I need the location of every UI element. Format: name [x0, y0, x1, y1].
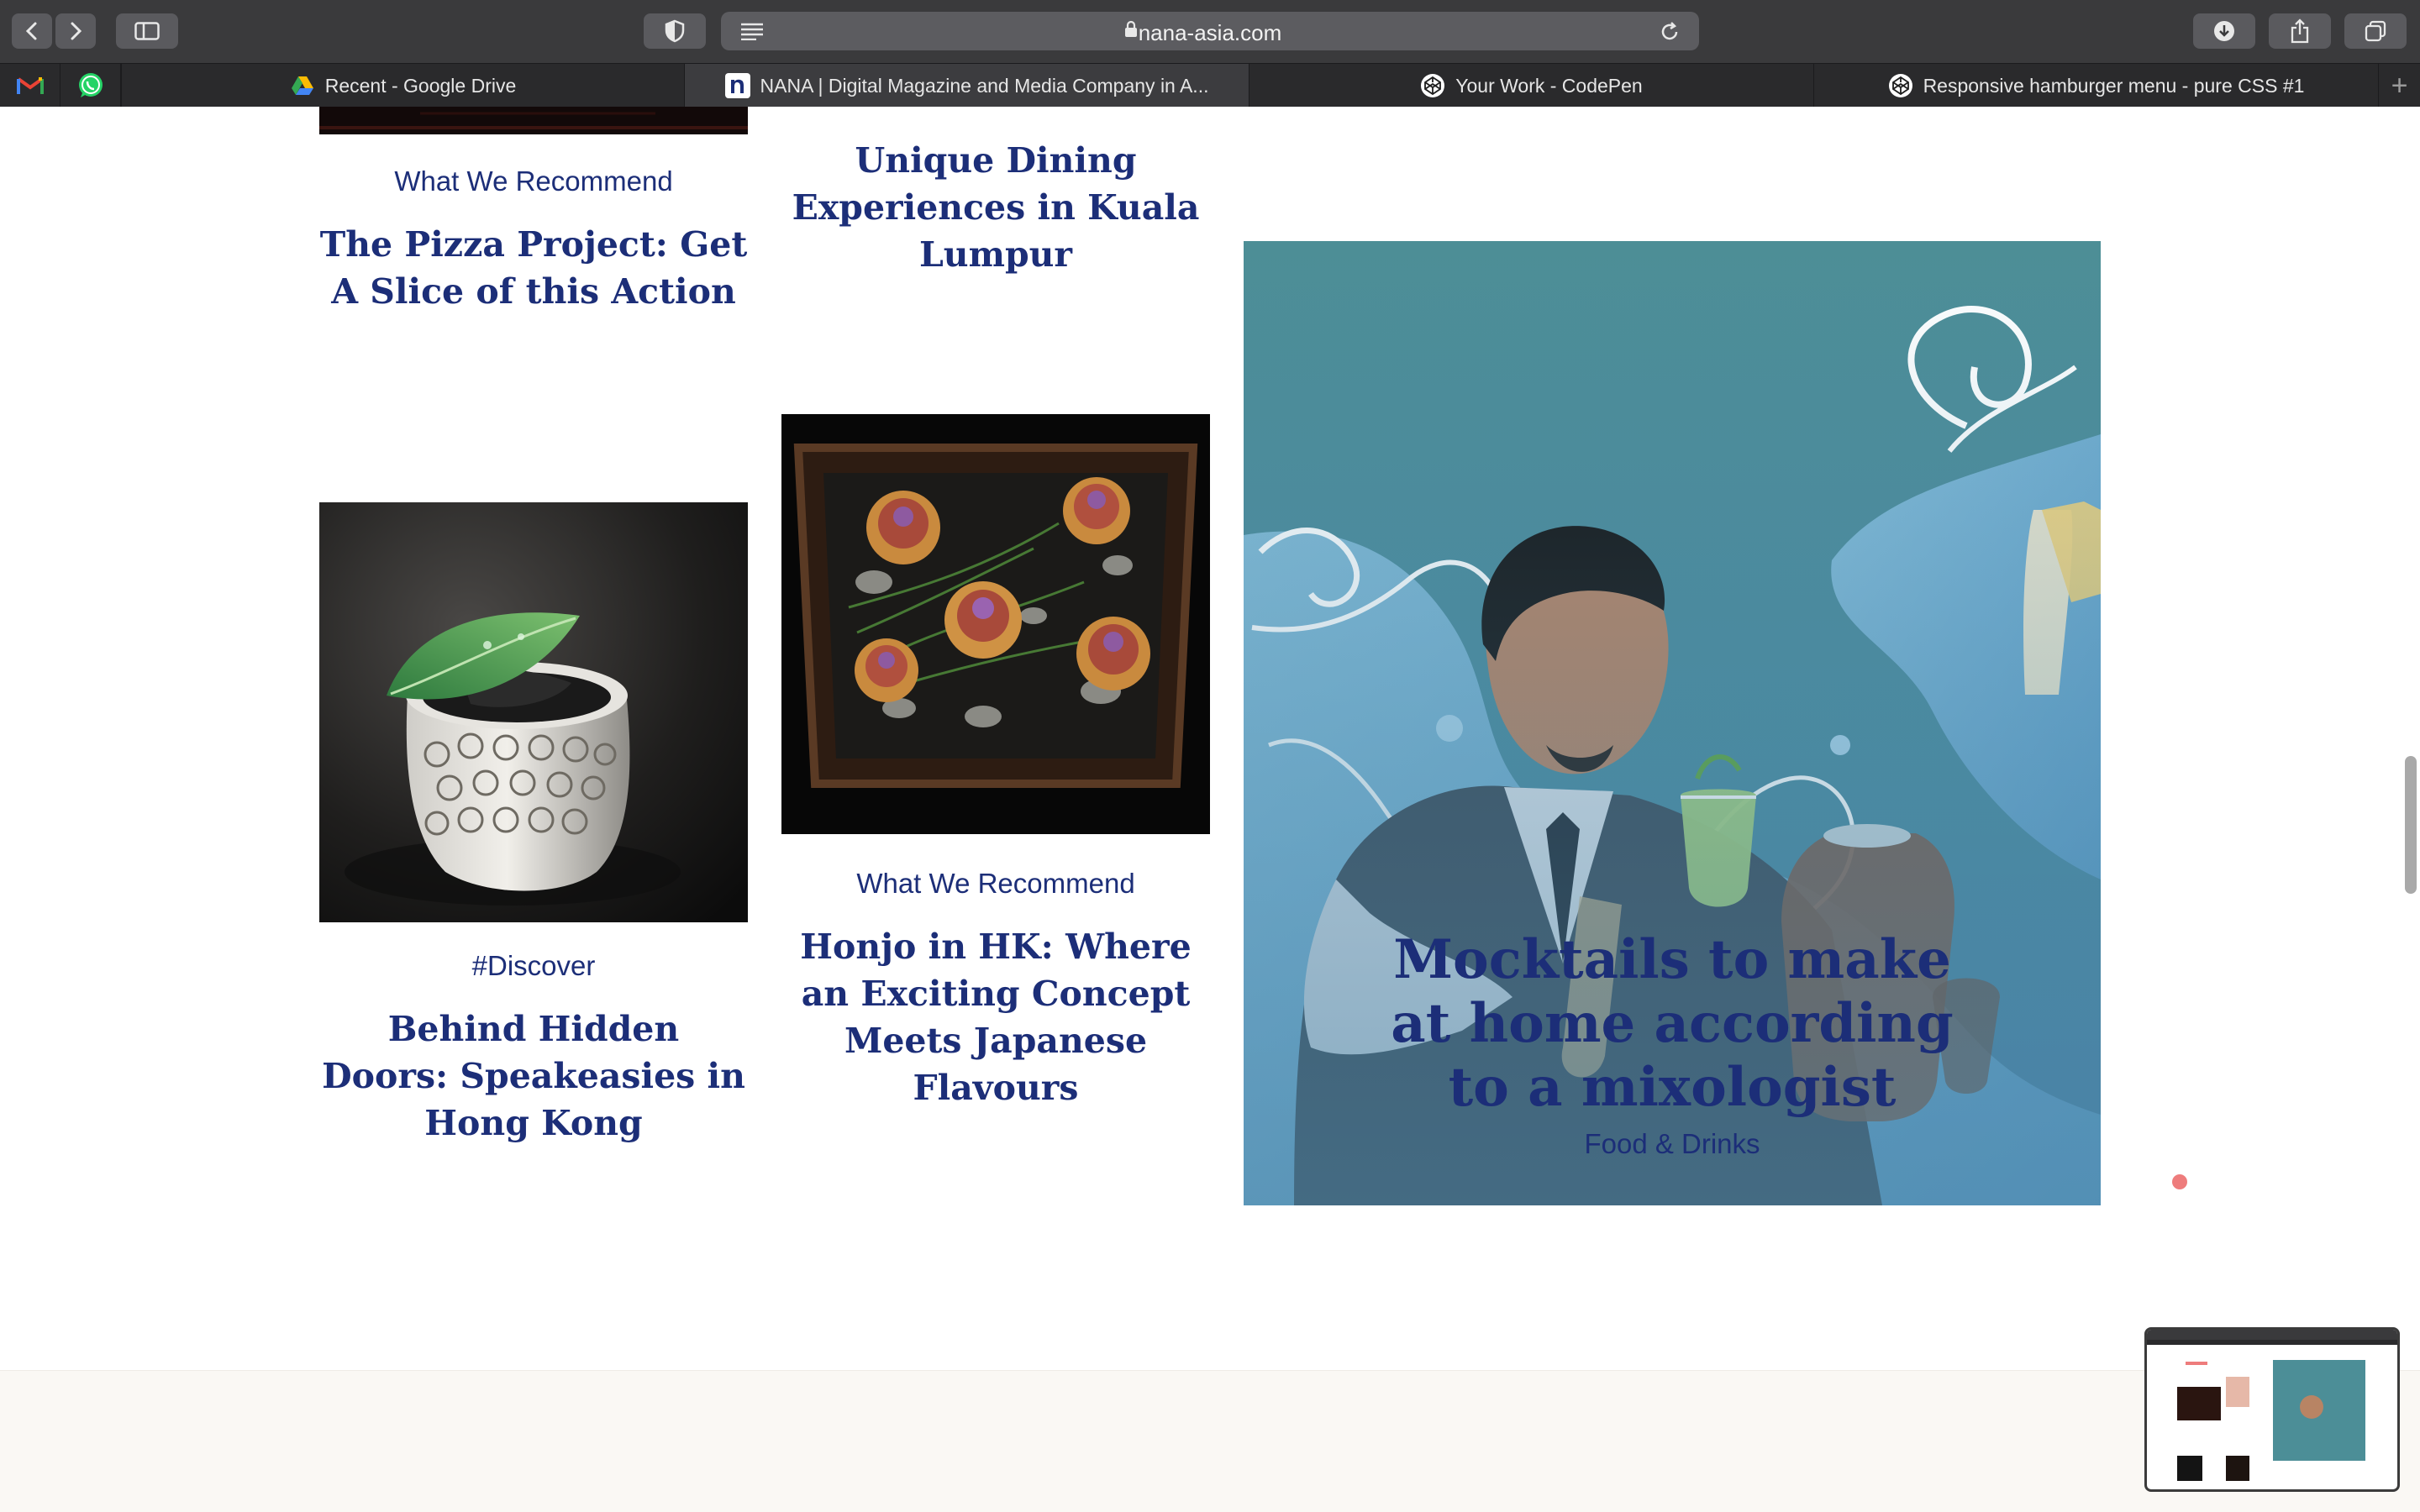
- tab-codepen-work[interactable]: Your Work - CodePen: [1249, 64, 1813, 108]
- nana-logo-icon: [724, 73, 750, 98]
- article-title-hidden-doors[interactable]: Behind Hidden Doors: Speakeasies in Hong…: [319, 1005, 748, 1147]
- privacy-report-button[interactable]: [644, 13, 706, 49]
- tab-overview-button[interactable]: [2344, 13, 2407, 49]
- address-bar[interactable]: nana-asia.com: [721, 12, 1699, 50]
- article-title-honjo[interactable]: Honjo in HK: Where an Exciting Concept M…: [781, 923, 1210, 1111]
- codepen-icon: [1420, 73, 1445, 98]
- accent-dot: [2172, 1174, 2187, 1189]
- browser-toolbar: nana-asia.com: [0, 0, 2420, 63]
- reload-icon[interactable]: [1659, 21, 1681, 43]
- google-drive-icon: [290, 73, 315, 98]
- tabs-icon: [2365, 20, 2386, 42]
- sidebar-toggle-button[interactable]: [116, 13, 178, 49]
- forward-button[interactable]: [55, 13, 96, 49]
- tab-label: Your Work - CodePen: [1455, 74, 1643, 97]
- tab-bar: Recent - Google Drive NANA | Digital Mag…: [0, 63, 2420, 108]
- chevron-left-icon: [25, 22, 37, 40]
- tab-nana[interactable]: NANA | Digital Magazine and Media Compan…: [684, 64, 1249, 108]
- featured-article-title[interactable]: Mocktails to make at home according to a…: [1370, 928, 1975, 1120]
- tab-label: Recent - Google Drive: [324, 74, 517, 97]
- tab-google-drive[interactable]: Recent - Google Drive: [121, 64, 684, 108]
- sidebar-icon: [134, 22, 160, 40]
- article-category[interactable]: What We Recommend: [781, 868, 1210, 900]
- back-button[interactable]: [12, 13, 52, 49]
- page-scrollbar[interactable]: [2405, 756, 2417, 894]
- pinned-tab-gmail[interactable]: [0, 64, 60, 108]
- url-text: nana-asia.com: [1138, 20, 1282, 45]
- whatsapp-icon: [78, 73, 103, 97]
- article-title-dining[interactable]: Unique Dining Experiences in Kuala Lumpu…: [781, 137, 1210, 278]
- tab-label: NANA | Digital Magazine and Media Compan…: [760, 74, 1209, 97]
- new-tab-button[interactable]: +: [2378, 64, 2420, 108]
- gmail-icon: [16, 77, 44, 94]
- article-category[interactable]: What We Recommend: [319, 165, 748, 197]
- download-icon: [2214, 21, 2234, 41]
- speakeasy-article-image[interactable]: [319, 502, 748, 922]
- article-title-pizza[interactable]: The Pizza Project: Get A Slice of this A…: [319, 221, 748, 315]
- chevron-right-icon: [71, 22, 82, 40]
- shield-icon: [665, 19, 685, 43]
- featured-article-category[interactable]: Food & Drinks: [1370, 1128, 1975, 1160]
- screenshot-thumbnail[interactable]: [2144, 1327, 2400, 1492]
- article-category[interactable]: #Discover: [319, 950, 748, 982]
- featured-article-card[interactable]: Mocktails to make at home according to a…: [1244, 241, 2101, 1205]
- share-icon: [2291, 18, 2309, 44]
- lock-icon: [1125, 20, 1137, 37]
- tab-hamburger-menu[interactable]: Responsive hamburger menu - pure CSS #1: [1813, 64, 2378, 108]
- tab-label: Responsive hamburger menu - pure CSS #1: [1923, 74, 2305, 97]
- share-button[interactable]: [2269, 13, 2331, 49]
- pizza-article-image[interactable]: [319, 107, 748, 134]
- page-content: What We Recommend The Pizza Project: Get…: [0, 107, 2420, 1512]
- pinned-tab-whatsapp[interactable]: [60, 64, 121, 108]
- codepen-icon: [1888, 73, 1913, 98]
- downloads-button[interactable]: [2193, 13, 2255, 49]
- footer-band: [0, 1370, 2420, 1512]
- honjo-article-image[interactable]: [781, 414, 1210, 834]
